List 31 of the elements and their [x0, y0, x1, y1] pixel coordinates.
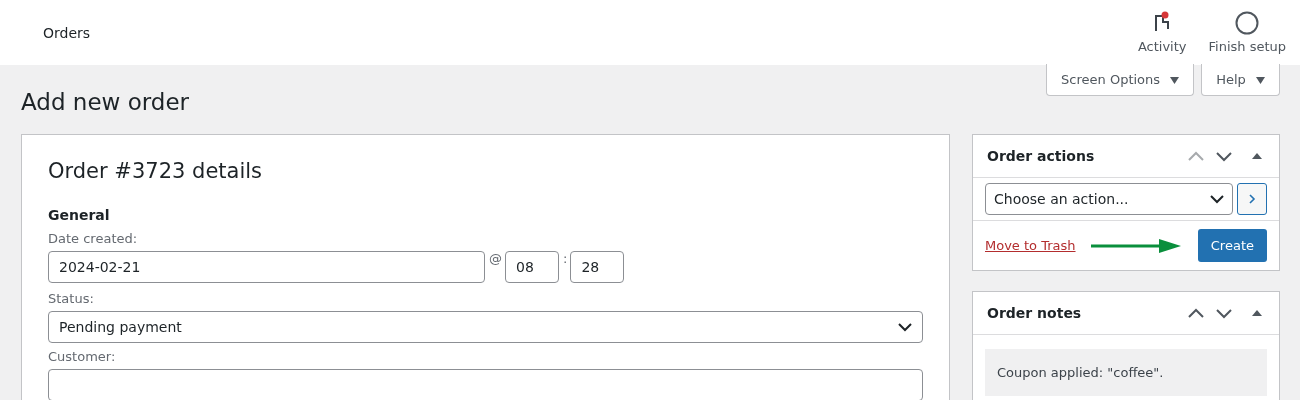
finish-setup-button[interactable]: Finish setup	[1204, 11, 1290, 54]
circle-icon	[1235, 11, 1260, 35]
caret-icon	[1256, 77, 1265, 84]
chevron-right-icon	[1248, 193, 1256, 205]
move-to-trash-link[interactable]: Move to Trash	[985, 238, 1076, 253]
help-tab[interactable]: Help	[1201, 64, 1280, 96]
time-separator: :	[563, 251, 568, 266]
chevron-down-icon	[898, 322, 912, 332]
box-title: Order notes	[987, 305, 1082, 321]
field-label: Customer:	[48, 349, 117, 364]
page-title: Add new order	[21, 88, 191, 117]
apply-button[interactable]	[1237, 183, 1267, 215]
action-select[interactable]: Choose an action...	[985, 183, 1233, 215]
date-field[interactable]: 2024-02-21	[48, 251, 485, 283]
customer-field[interactable]	[48, 369, 923, 400]
status-select[interactable]: Pending payment	[48, 311, 923, 343]
create-button[interactable]: Create	[1197, 229, 1267, 262]
box-title: Order actions	[987, 148, 1095, 164]
hour-field[interactable]: 08	[505, 251, 559, 283]
at-sign: @	[489, 251, 502, 266]
caret-icon	[1170, 77, 1180, 84]
field-label: Date created:	[48, 231, 139, 246]
section-title: General	[48, 207, 111, 223]
order-heading: Order #3723 details	[48, 159, 264, 183]
field-label: Status:	[48, 291, 95, 306]
note: Coupon applied: "coffee".	[985, 349, 1267, 396]
chevron-down-icon	[1210, 194, 1224, 204]
page-heading: Orders	[43, 24, 91, 41]
activity-button[interactable]: Activity	[1133, 11, 1191, 54]
minute-field[interactable]: 28	[570, 251, 625, 283]
screen-options-tab[interactable]: Screen Options	[1046, 64, 1195, 96]
